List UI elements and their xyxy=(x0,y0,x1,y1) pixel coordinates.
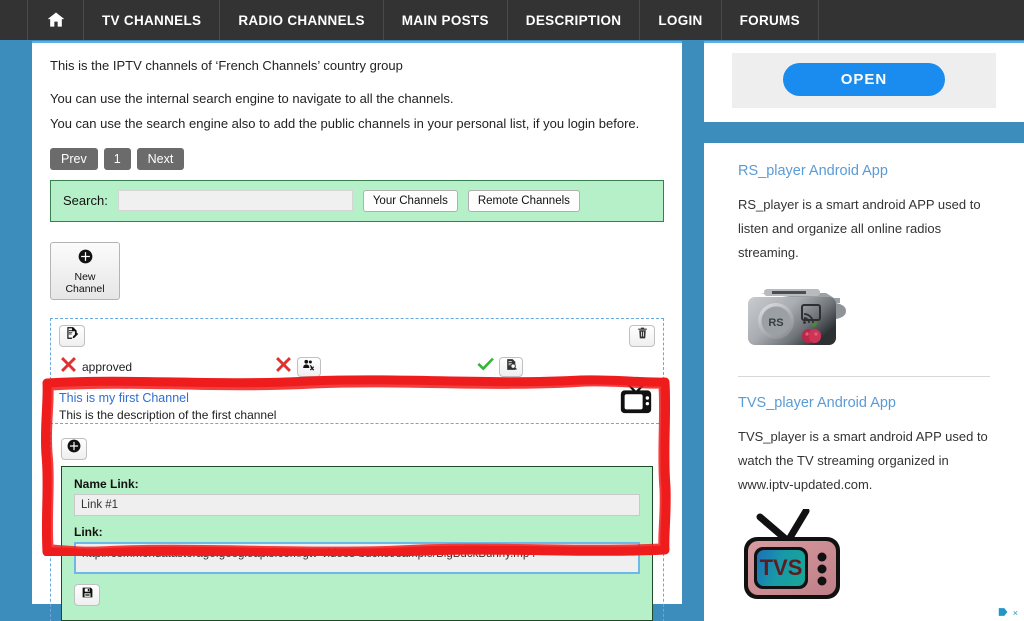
nav-left-spacer xyxy=(0,0,28,40)
verify-status-group xyxy=(476,355,523,379)
nav-label: TV CHANNELS xyxy=(102,12,202,28)
channel-inspect-button[interactable] xyxy=(499,356,523,377)
top-navigation-bar: TV CHANNELS RADIO CHANNELS MAIN POSTS DE… xyxy=(0,0,1024,40)
red-x-icon xyxy=(274,355,293,379)
nav-item-tv-channels[interactable]: TV CHANNELS xyxy=(84,0,221,40)
adchoices-close-icon[interactable]: × xyxy=(1013,608,1018,618)
channel-card: approved This is my first Channel This i… xyxy=(50,317,664,424)
sidebar-gap xyxy=(704,122,1024,143)
link-url-input[interactable]: http://commondatastorage.googleapis.com/… xyxy=(74,541,640,574)
nav-label: RADIO CHANNELS xyxy=(238,12,365,28)
name-link-label: Name Link: xyxy=(74,476,139,491)
nav-label: LOGIN xyxy=(658,12,703,28)
right-sidebar: OPEN RS_player Android App RS_player is … xyxy=(704,41,1024,621)
sidebar-ad-top: OPEN xyxy=(704,43,1024,122)
nav-label: FORUMS xyxy=(739,12,800,28)
plus-circle-icon xyxy=(78,249,93,268)
adchoices-icon xyxy=(998,607,1009,619)
link-edit-panel: Name Link: Link #1 Link: http://commonda… xyxy=(61,465,653,621)
nav-item-forums[interactable]: FORUMS xyxy=(722,0,819,40)
pager-prev-button[interactable]: Prev xyxy=(50,147,98,170)
rs-player-description: RS_player is a smart android APP used to… xyxy=(738,197,981,261)
users-group-icon xyxy=(302,358,316,376)
search-label: Search: xyxy=(63,193,108,209)
search-input[interactable] xyxy=(117,190,353,212)
channel-users-button[interactable] xyxy=(297,356,321,377)
tv-icon xyxy=(617,380,655,421)
nav-home-button[interactable] xyxy=(28,0,84,40)
plus-circle-icon xyxy=(67,439,81,458)
home-icon xyxy=(45,10,67,30)
intro-text-search: You can use the internal search engine t… xyxy=(50,90,454,106)
sidebar-apps-card: RS_player Android App RS_player is a sma… xyxy=(704,143,1024,611)
link-label: Link: xyxy=(74,524,103,539)
red-x-icon xyxy=(59,355,78,379)
edit-document-icon xyxy=(65,326,79,345)
nav-item-description[interactable]: DESCRIPTION xyxy=(508,0,641,40)
intro-text-login: You can use the search engine also to ad… xyxy=(50,115,640,131)
rs-radio-icon: RS xyxy=(738,277,990,362)
app-screen: TV CHANNELS RADIO CHANNELS MAIN POSTS DE… xyxy=(0,0,1024,621)
adchoices-badge[interactable]: × xyxy=(998,607,1018,619)
your-channels-button[interactable]: Your Channels xyxy=(362,189,458,212)
tvs-player-description: TVS_player is a smart android APP used t… xyxy=(738,429,988,493)
rs-player-title-link[interactable]: RS_player Android App xyxy=(738,163,990,179)
floppy-save-icon xyxy=(81,586,94,604)
trash-icon xyxy=(636,326,649,345)
tvs-player-title-link[interactable]: TVS_player Android App xyxy=(738,395,990,411)
nav-item-main-posts[interactable]: MAIN POSTS xyxy=(384,0,508,40)
tvs-television-icon: TVS xyxy=(738,507,990,610)
nav-label: MAIN POSTS xyxy=(401,12,489,28)
name-link-input[interactable]: Link #1 xyxy=(74,493,640,516)
channel-description: This is the description of the first cha… xyxy=(59,407,277,422)
ad-open-button[interactable]: OPEN xyxy=(782,63,946,96)
svg-text:TVS: TVS xyxy=(760,555,803,580)
channel-delete-button[interactable] xyxy=(629,324,655,347)
main-content-column: This is the IPTV channels of ‘French Cha… xyxy=(32,41,682,621)
pager-next-button[interactable]: Next xyxy=(136,147,185,170)
nav-item-login[interactable]: LOGIN xyxy=(640,0,722,40)
intro-text-group: This is the IPTV channels of ‘French Cha… xyxy=(50,58,403,73)
save-link-button[interactable] xyxy=(74,583,100,606)
svg-text:RS: RS xyxy=(768,317,783,329)
new-channel-label: New Channel xyxy=(65,270,105,295)
link-form-section: Name Link: Link #1 Link: http://commonda… xyxy=(50,431,664,621)
green-check-icon xyxy=(476,355,495,379)
approved-status-group: approved xyxy=(59,355,274,379)
approved-label: approved xyxy=(82,359,133,374)
sidebar-divider xyxy=(738,376,990,378)
search-panel: Search: Your Channels Remote Channels xyxy=(50,179,664,222)
channel-edit-button[interactable] xyxy=(59,324,85,347)
pager-page-1-button[interactable]: 1 xyxy=(103,147,131,170)
nav-item-radio-channels[interactable]: RADIO CHANNELS xyxy=(220,0,384,40)
channel-title-link[interactable]: This is my first Channel xyxy=(59,391,655,405)
new-channel-button[interactable]: New Channel xyxy=(50,241,120,300)
remote-channels-button[interactable]: Remote Channels xyxy=(467,189,580,212)
pagination: Prev 1 Next xyxy=(50,147,664,170)
add-link-button[interactable] xyxy=(61,437,87,460)
document-search-icon xyxy=(505,358,518,376)
users-status-group xyxy=(274,355,321,379)
nav-label: DESCRIPTION xyxy=(525,12,622,28)
